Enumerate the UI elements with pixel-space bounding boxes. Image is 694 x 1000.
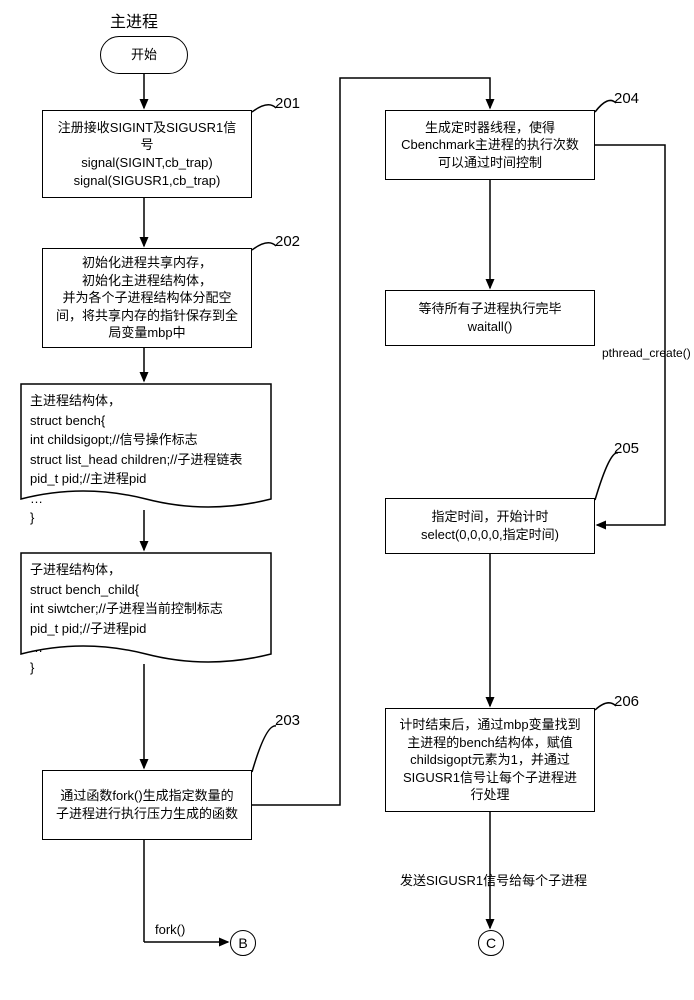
doc1-line4: struct list_head children;//子进程链表 bbox=[30, 450, 262, 470]
step-203-line2: 子进程进行执行压力生成的函数 bbox=[56, 805, 238, 823]
doc2-line6: } bbox=[30, 658, 262, 678]
step-204-line3: 可以通过时间控制 bbox=[438, 154, 542, 172]
step-wait: 等待所有子进程执行完毕 waitall() bbox=[385, 290, 595, 346]
pthread-label: pthread_create() bbox=[602, 346, 691, 360]
doc2-line1: 子进程结构体， bbox=[30, 560, 262, 580]
connector-c: C bbox=[478, 930, 504, 956]
step-204-num: 204 bbox=[614, 90, 639, 107]
step-206-line1: 计时结束后，通过mbp变量找到 bbox=[399, 716, 580, 734]
step-205-line2: select(0,0,0,0,指定时间) bbox=[421, 526, 559, 544]
start-label: 开始 bbox=[131, 46, 157, 64]
step-203-line1: 通过函数fork()生成指定数量的 bbox=[60, 787, 233, 805]
step-205-num: 205 bbox=[614, 440, 639, 457]
step-206: 计时结束后，通过mbp变量找到 主进程的bench结构体，赋值 childsig… bbox=[385, 708, 595, 812]
step-201-line1: 注册接收SIGINT及SIGUSR1信 bbox=[58, 119, 236, 137]
step-202-line3: 并为各个子进程结构体分配空 bbox=[62, 289, 231, 307]
sendsig-label: 发送SIGUSR1信号给每个子进程 bbox=[400, 870, 587, 889]
doc-child-struct: 子进程结构体， struct bench_child{ int siwtcher… bbox=[20, 552, 272, 670]
step-201-line2: 号 bbox=[140, 136, 153, 154]
step-202: 初始化进程共享内存， 初始化主进程结构体， 并为各个子进程结构体分配空 间，将共… bbox=[42, 248, 252, 348]
doc2-line4: pid_t pid;//子进程pid bbox=[30, 619, 262, 639]
step-204-line2: Cbenchmark主进程的执行次数 bbox=[401, 136, 579, 154]
step-206-line4: SIGUSR1信号让每个子进程进 bbox=[403, 769, 577, 787]
step-206-line3: childsigopt元素为1，并通过 bbox=[410, 751, 570, 769]
step-206-line5: 行处理 bbox=[470, 786, 509, 804]
step-202-line5: 局变量mbp中 bbox=[108, 324, 185, 342]
doc1-line2: struct bench{ bbox=[30, 411, 262, 431]
diagram-title: 主进程 bbox=[110, 8, 158, 32]
connector-b: B bbox=[230, 930, 256, 956]
step-202-num: 202 bbox=[275, 233, 300, 250]
step-205-line1: 指定时间，开始计时 bbox=[431, 508, 548, 526]
doc1-line3: int childsigopt;//信号操作标志 bbox=[30, 430, 262, 450]
step-203: 通过函数fork()生成指定数量的 子进程进行执行压力生成的函数 bbox=[42, 770, 252, 840]
step-205: 指定时间，开始计时 select(0,0,0,0,指定时间) bbox=[385, 498, 595, 554]
start-node: 开始 bbox=[100, 36, 188, 74]
step-201: 注册接收SIGINT及SIGUSR1信 号 signal(SIGINT,cb_t… bbox=[42, 110, 252, 198]
step-wait-line1: 等待所有子进程执行完毕 bbox=[418, 300, 561, 318]
step-wait-line2: waitall() bbox=[468, 318, 513, 336]
doc-main-struct: 主进程结构体， struct bench{ int childsigopt;//… bbox=[20, 383, 272, 515]
step-201-line4: signal(SIGUSR1,cb_trap) bbox=[74, 172, 221, 190]
doc1-line6: … bbox=[30, 489, 262, 509]
step-204: 生成定时器线程，使得 Cbenchmark主进程的执行次数 可以通过时间控制 bbox=[385, 110, 595, 180]
doc1-line7: } bbox=[30, 508, 262, 528]
fork-label: fork() bbox=[155, 922, 185, 937]
doc1-line5: pid_t pid;//主进程pid bbox=[30, 469, 262, 489]
step-201-num: 201 bbox=[275, 95, 300, 112]
step-202-line4: 间，将共享内存的指针保存到全 bbox=[56, 307, 238, 325]
doc2-line3: int siwtcher;//子进程当前控制标志 bbox=[30, 599, 262, 619]
step-206-num: 206 bbox=[614, 693, 639, 710]
connector-b-label: B bbox=[238, 935, 247, 951]
step-206-line2: 主进程的bench结构体，赋值 bbox=[407, 734, 572, 752]
connector-c-label: C bbox=[486, 935, 496, 951]
step-202-line2: 初始化主进程结构体， bbox=[82, 272, 212, 290]
step-202-line1: 初始化进程共享内存， bbox=[82, 254, 212, 272]
step-203-num: 203 bbox=[275, 712, 300, 729]
step-204-line1: 生成定时器线程，使得 bbox=[425, 119, 555, 137]
doc1-line1: 主进程结构体， bbox=[30, 391, 262, 411]
step-201-line3: signal(SIGINT,cb_trap) bbox=[81, 154, 213, 172]
doc2-line5: … bbox=[30, 638, 262, 658]
doc2-line2: struct bench_child{ bbox=[30, 580, 262, 600]
